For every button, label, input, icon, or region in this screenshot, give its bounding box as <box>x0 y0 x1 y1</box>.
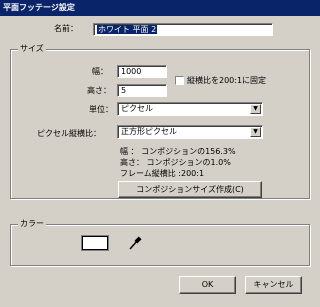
eyedropper-icon[interactable] <box>128 235 142 251</box>
make-comp-size-button[interactable]: コンポジションサイズ作成(C) <box>118 181 262 198</box>
chevron-down-icon[interactable]: ▼ <box>250 127 261 137</box>
width-input[interactable]: 1000 <box>117 65 167 78</box>
pixel-aspect-label: ピクセル縦横比： <box>37 129 101 138</box>
lock-ratio-checkbox[interactable] <box>175 76 184 85</box>
units-label: 単位： <box>89 105 113 114</box>
units-value: ピクセル <box>121 104 153 113</box>
lock-ratio-label: 縦横比を200:1に固定 <box>187 76 267 85</box>
height-input[interactable]: 5 <box>117 84 167 97</box>
color-swatch[interactable] <box>82 236 108 250</box>
height-label: 高さ： <box>87 86 111 95</box>
color-group <box>10 224 310 266</box>
size-group-title: サイズ <box>18 44 46 54</box>
name-label: 名前： <box>54 24 78 33</box>
color-group-title: カラー <box>18 219 46 229</box>
cancel-button[interactable]: キャンセル <box>245 276 302 294</box>
pixel-aspect-value: 正方形ピクセル <box>121 127 177 136</box>
units-dropdown[interactable]: ピクセル ▼ <box>117 102 263 116</box>
info-aspect: フレーム縦横比 :200:1 <box>120 169 205 178</box>
name-value: ホワイト 平面 2 <box>97 25 158 34</box>
chevron-down-icon[interactable]: ▼ <box>250 104 261 114</box>
width-label: 幅： <box>92 67 108 76</box>
ok-button[interactable]: OK <box>179 276 236 294</box>
name-input[interactable]: ホワイト 平面 2 <box>93 23 273 36</box>
window-title: 平面フッテージ設定 <box>0 0 320 16</box>
pixel-aspect-dropdown[interactable]: 正方形ピクセル ▼ <box>117 125 263 139</box>
